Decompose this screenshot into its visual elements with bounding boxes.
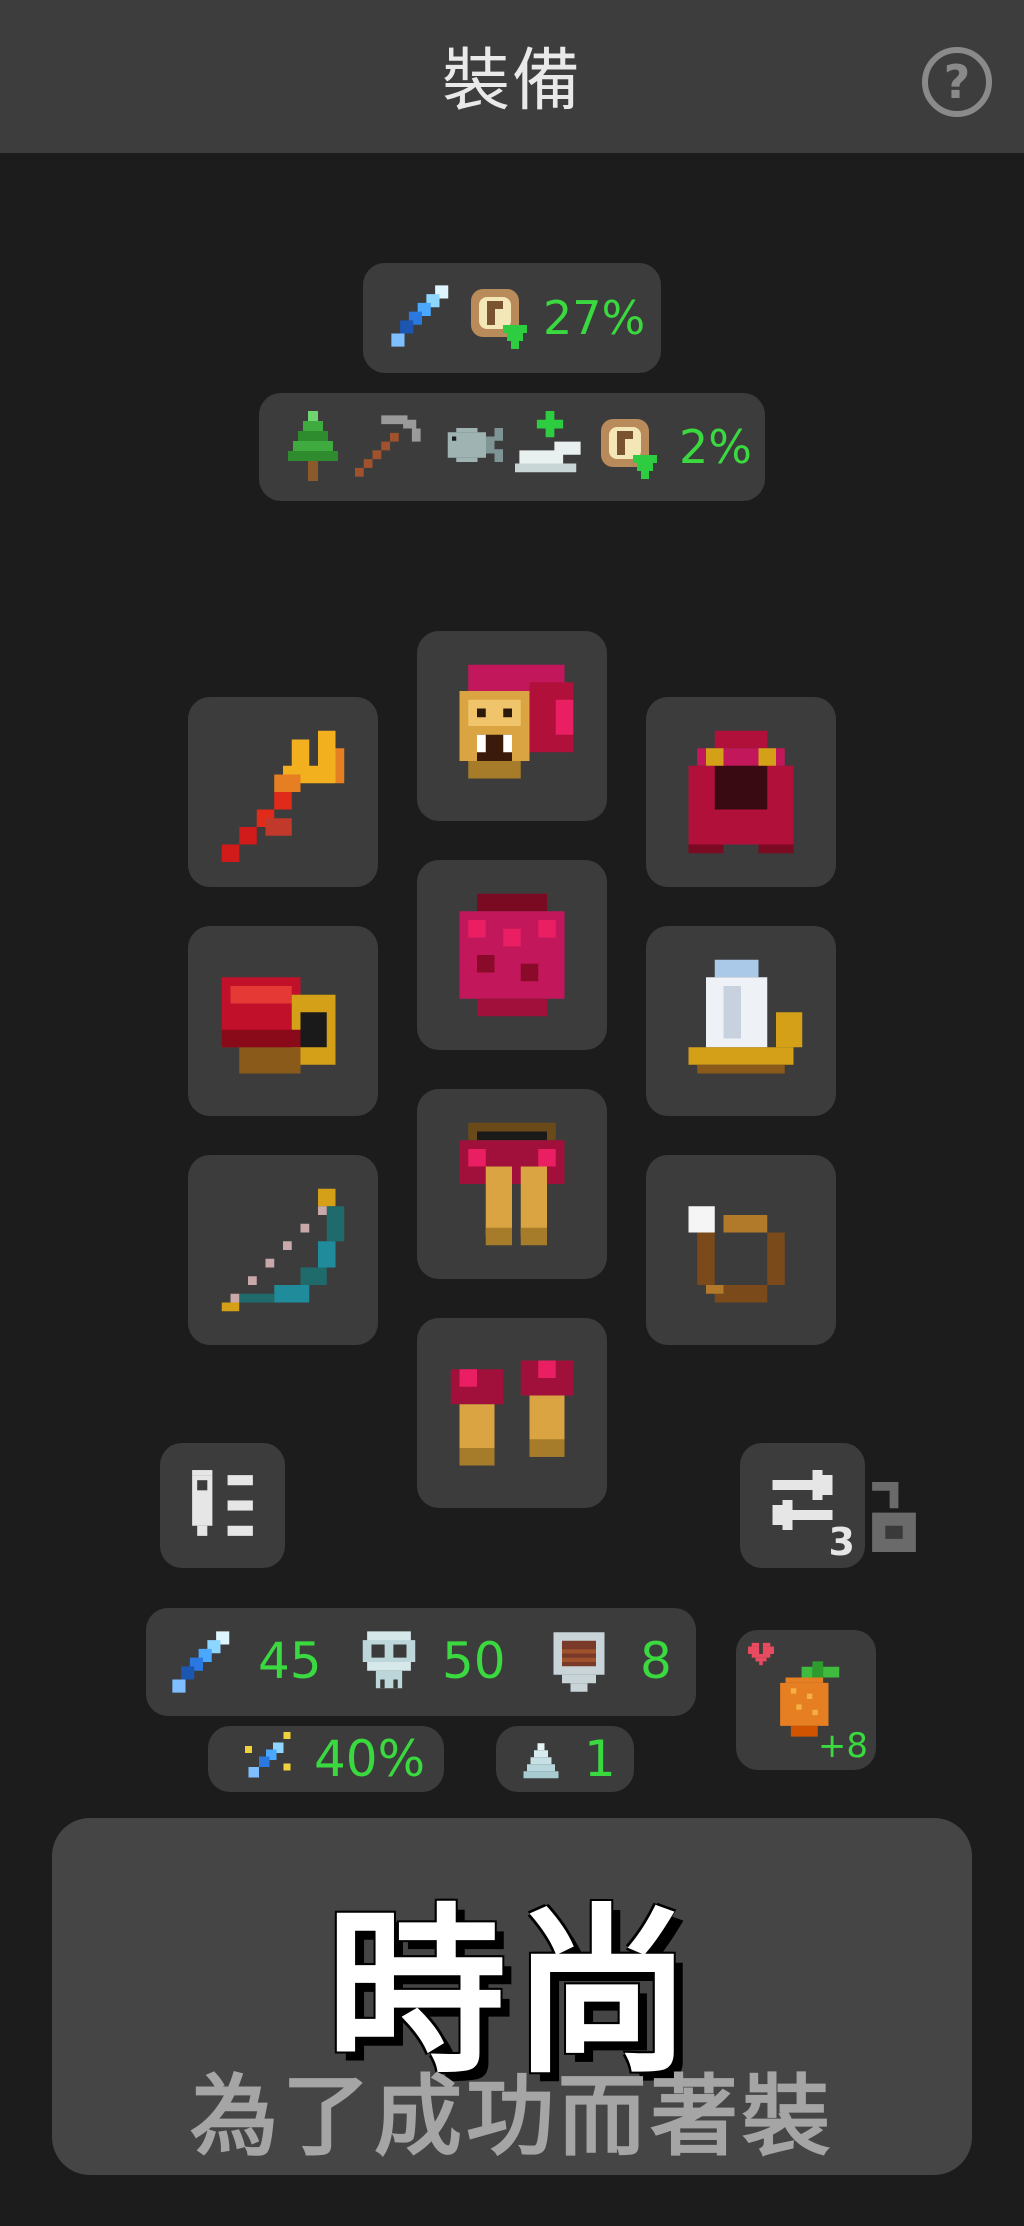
potion-list-button[interactable] [160,1443,285,1568]
mountain-icon [523,1743,559,1779]
achievement-banner: 時尚 為了成功而著裝 [52,1818,972,2175]
fish-icon [447,428,503,462]
offhand-slot[interactable] [188,1155,378,1345]
candle-tunic-icon [688,959,803,1074]
feather-boots-icon [450,1360,574,1466]
cape-slot[interactable] [646,697,836,887]
lion-headdress-icon [459,664,574,779]
sword-icon [391,285,449,347]
amulet-slot[interactable] [646,926,836,1116]
help-button[interactable]: ? [922,47,992,117]
page-title: 裝備 [441,42,582,121]
combat-xp-bonus: 27% [363,263,661,373]
skilling-bonus-value: 2% [679,420,752,474]
gloves-slot[interactable] [188,926,378,1116]
feather-armor-icon [459,893,565,1017]
tree-icon [288,411,338,481]
top-bar: 裝備 ? [0,0,1024,153]
legs-slot[interactable] [417,1089,607,1279]
attack-value: 45 [258,1632,322,1690]
flask-list-icon [192,1470,253,1536]
combat-bonus-value: 27% [543,291,646,345]
loadout-count: 3 [828,1520,855,1564]
xp-badge-icon [471,289,527,349]
defense-value: 8 [640,1632,672,1690]
crit-value: 40% [314,1730,426,1788]
defense-shield-icon [553,1632,605,1692]
strength-skull-icon [362,1631,416,1689]
weapon-slot[interactable] [188,697,378,887]
combat-stats: 45 50 8 [146,1608,696,1716]
body-slot[interactable] [417,860,607,1050]
skilling-xp-bonus: 2% [259,393,765,501]
attack-sword-icon [172,1631,230,1693]
xp-badge-icon [601,419,657,479]
pickaxe-icon [355,415,421,477]
attack-speed: 1 [496,1726,634,1792]
loadout-swap-button[interactable]: 3 [740,1443,865,1568]
ring-slot[interactable] [646,1155,836,1345]
crit-sword-sparkle-icon [245,1732,291,1778]
bow-icon [221,1188,345,1312]
speed-value: 1 [584,1730,616,1788]
crit-chance: 40% [208,1726,444,1792]
red-gauntlet-icon [221,977,336,1074]
pearl-ring-icon [688,1206,785,1303]
harvest-hand-icon [515,411,581,473]
red-hood-icon [688,730,794,854]
food-slot[interactable]: +8 [736,1630,876,1770]
food-bonus: +8 [817,1726,868,1766]
unlock-save-icon [872,1482,916,1552]
banner-subtitle: 為了成功而著裝 [189,2065,834,2168]
trident-icon [221,730,345,862]
strength-value: 50 [442,1632,506,1690]
boots-slot[interactable] [417,1318,607,1508]
feather-legs-icon [459,1122,565,1246]
helmet-slot[interactable] [417,631,607,821]
